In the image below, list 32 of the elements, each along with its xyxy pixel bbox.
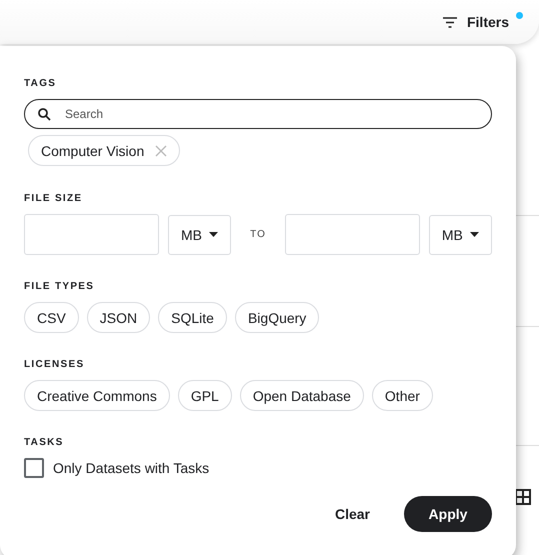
checkbox-label: Only Datasets with Tasks [53,460,210,476]
filter-chip[interactable]: Other [372,380,433,411]
grid-icon[interactable] [515,489,531,505]
clear-button[interactable]: Clear [330,498,374,530]
filter-chip[interactable]: Open Database [240,380,364,411]
caret-icon [209,232,218,237]
range-separator: TO [250,229,266,240]
search-icon [38,108,51,121]
unit-dropdown[interactable]: MB [428,214,492,254]
checkbox[interactable] [24,458,44,478]
max-size-field[interactable] [284,214,420,255]
section-heading: TAGS [24,78,58,90]
filter-chip[interactable]: CSV [24,302,79,333]
section-heading: TASKS [24,437,65,449]
min-size-field[interactable] [24,214,159,255]
apply-button[interactable]: Apply [404,496,492,532]
caret-icon [470,232,479,237]
section-heading: LICENSES [24,359,86,371]
filter-chip[interactable]: BigQuery [234,302,320,333]
filter-chip[interactable]: Creative Commons [24,380,170,411]
filter-icon [442,16,457,28]
filters-button[interactable]: Filters [442,14,509,30]
filters-label: Filters [466,14,509,30]
filter-chip[interactable]: SQLite [158,302,227,333]
tag-chip[interactable]: Computer Vision [28,135,180,166]
search-field[interactable]: Search [24,99,492,129]
close-icon[interactable] [155,144,168,156]
section-heading: FILE SIZE [24,193,84,205]
unit-dropdown[interactable]: MB [168,214,232,254]
section-heading: FILE TYPES [24,281,96,293]
filter-chip[interactable]: JSON [86,302,150,333]
filter-chip[interactable]: GPL [178,380,232,411]
